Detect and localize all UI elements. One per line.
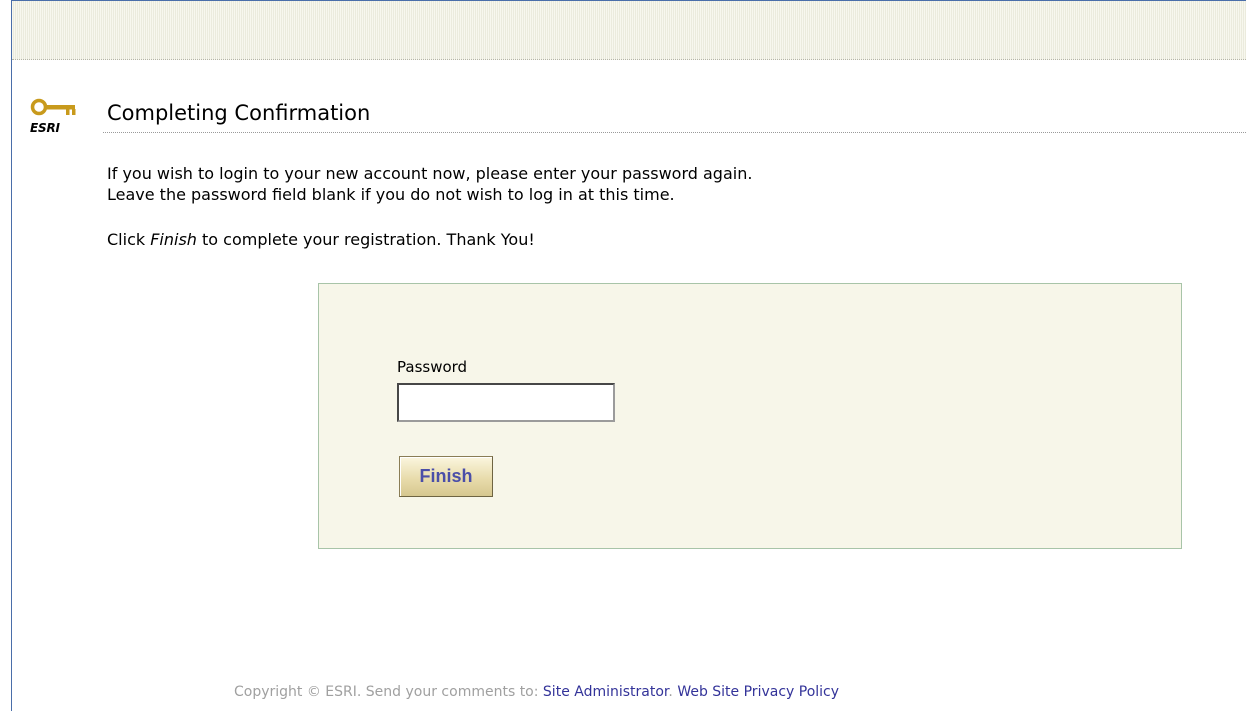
intro-line-2: Leave the password field blank if you do… xyxy=(107,185,675,204)
instruction-emphasis: Finish xyxy=(150,230,197,249)
logo-text: ESRI xyxy=(30,121,60,135)
footer-separator: . xyxy=(668,684,678,700)
intro-text: If you wish to login to your new account… xyxy=(107,163,752,250)
privacy-policy-link[interactable]: Web Site Privacy Policy xyxy=(677,684,839,700)
instruction-prefix: Click xyxy=(107,230,151,249)
key-icon xyxy=(30,98,76,116)
finish-button[interactable]: Finish xyxy=(399,456,493,497)
password-field[interactable] xyxy=(397,383,615,422)
instruction-suffix: to complete your registration. Thank You… xyxy=(196,230,535,249)
site-administrator-link[interactable]: Site Administrator xyxy=(543,684,668,700)
instruction-line: Click Finish to complete your registrati… xyxy=(107,229,752,250)
password-label: Password xyxy=(397,358,468,376)
header-band xyxy=(12,1,1246,60)
esri-logo: ESRI xyxy=(30,97,84,137)
copyright-text: Copyright © ESRI. Send your comments to: xyxy=(234,684,543,700)
title-divider xyxy=(103,132,1246,133)
footer: Copyright © ESRI. Send your comments to:… xyxy=(234,684,839,700)
intro-line-1: If you wish to login to your new account… xyxy=(107,164,753,183)
page-title: Completing Confirmation xyxy=(107,101,371,125)
